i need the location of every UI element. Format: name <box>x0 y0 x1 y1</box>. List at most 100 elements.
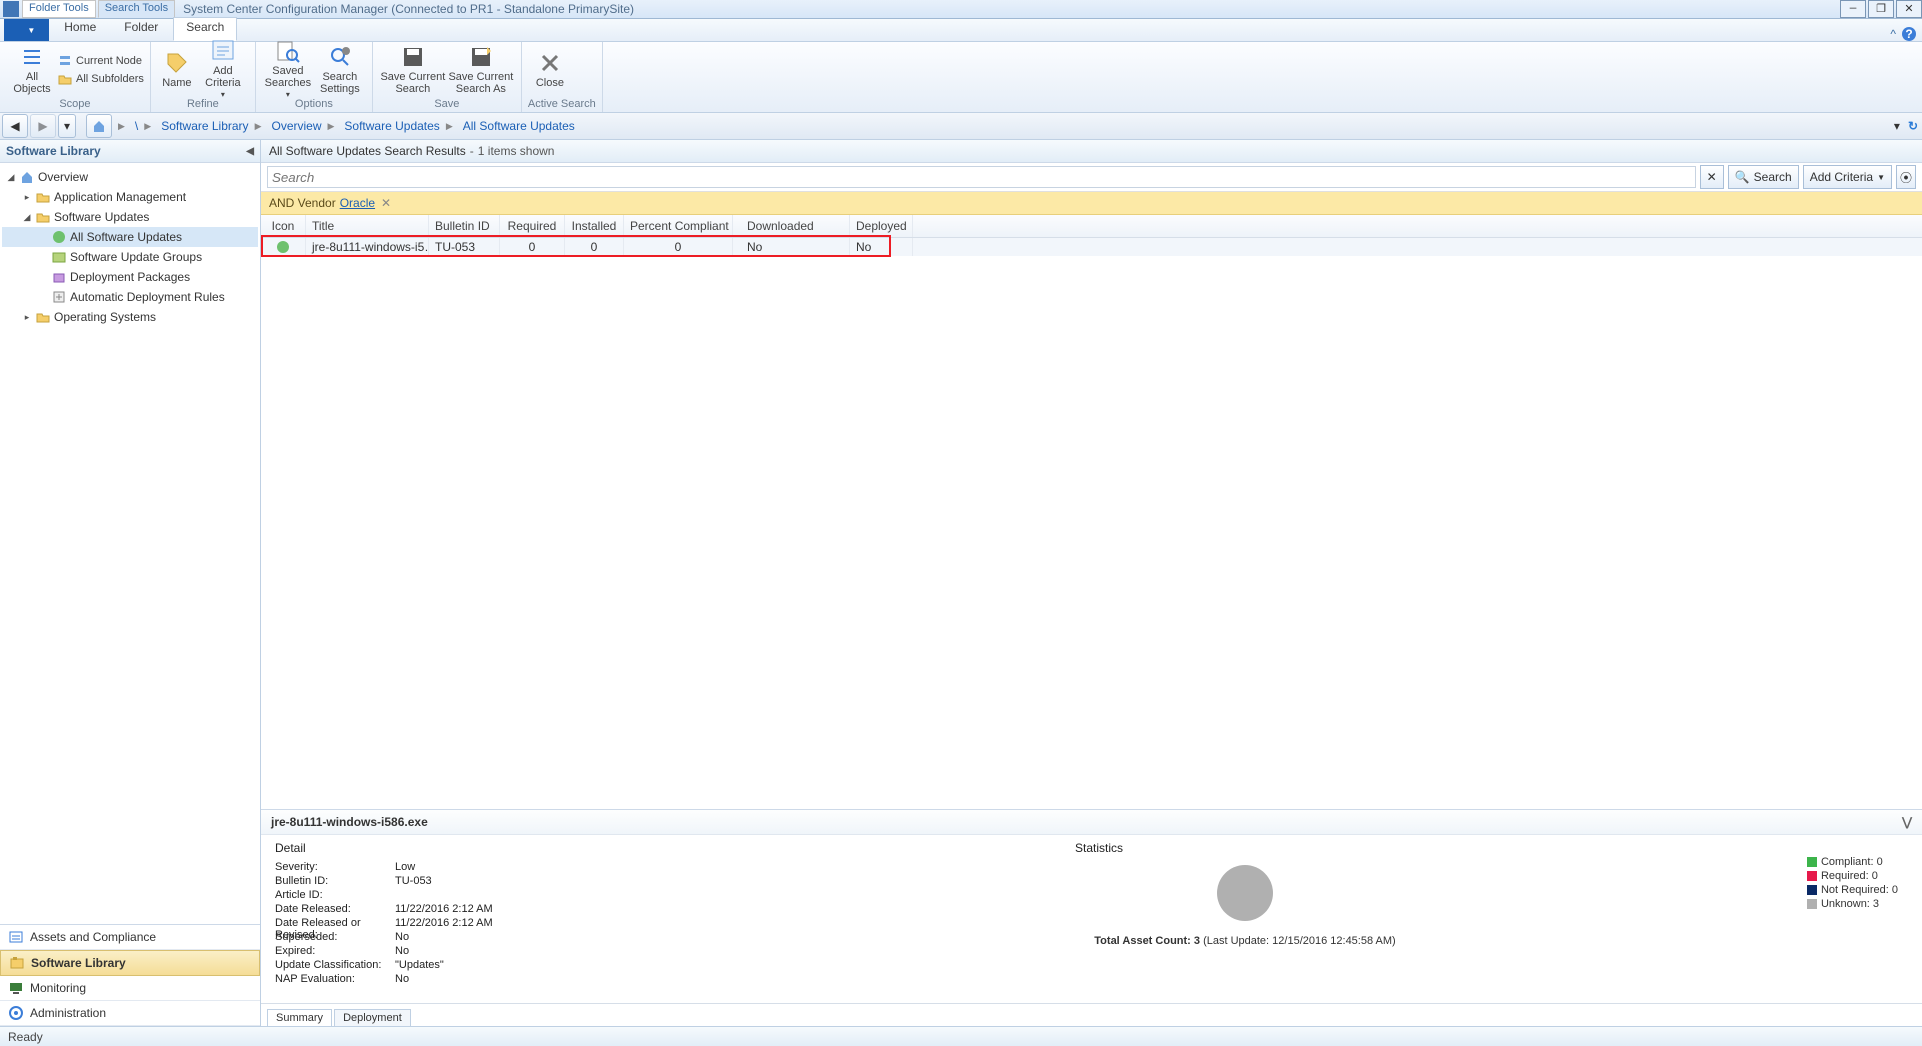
home-icon <box>20 170 34 184</box>
update-icon <box>276 240 290 254</box>
breadcrumb-all-software-updates[interactable]: All Software Updates <box>463 119 575 133</box>
col-installed[interactable]: Installed <box>565 215 624 237</box>
auto-icon <box>52 290 66 304</box>
tree-toggle-icon[interactable]: ◢ <box>22 212 32 223</box>
address-dropdown-icon[interactable]: ▾ <box>1894 119 1900 133</box>
ribbon-tab-home[interactable]: Home <box>51 17 109 41</box>
add-criteria-icon <box>211 39 235 63</box>
col-title[interactable]: Title <box>306 215 429 237</box>
detail-field: Date Released:11/22/2016 2:12 AM <box>275 903 875 917</box>
detail-field: NAP Evaluation:No <box>275 973 875 987</box>
breadcrumb-software-library[interactable]: Software Library <box>161 119 248 133</box>
minimize-button[interactable]: — <box>1840 0 1866 18</box>
grid-header: Icon Title Bulletin ID Required Installe… <box>261 215 1922 238</box>
address-bar: ◀ ▶ ▾ ▶ \ ▶ Software Library ▶ Overview … <box>0 113 1922 140</box>
context-tab-search-tools[interactable]: Search Tools <box>98 0 175 18</box>
clear-search-button[interactable]: ✕ <box>1700 165 1724 189</box>
main-panel: All Software Updates Search Results - 1 … <box>261 140 1922 1026</box>
name-button[interactable]: Name <box>157 43 197 97</box>
restore-button[interactable]: ❐ <box>1868 0 1894 18</box>
detail-field: Article ID: <box>275 889 875 903</box>
all-subfolders-button[interactable]: All Subfolders <box>58 70 144 88</box>
all-subfolders-icon <box>58 72 72 86</box>
col-bulletin[interactable]: Bulletin ID <box>429 215 500 237</box>
save-current-search-as-button[interactable]: Save Current Search As <box>447 43 515 97</box>
status-text: Ready <box>8 1030 43 1044</box>
workspace-software-library[interactable]: Software Library <box>0 950 260 976</box>
tree-toggle-icon[interactable]: ◢ <box>6 172 16 183</box>
expand-criteria-button[interactable]: ⦿ <box>1896 165 1916 189</box>
criteria-bar: AND Vendor Oracle ✕ <box>261 192 1922 215</box>
tree-node-operating-systems[interactable]: ▸Operating Systems <box>2 307 258 327</box>
chevron-down-icon: ▼ <box>27 26 35 35</box>
workspace-assets-and-compliance[interactable]: Assets and Compliance <box>0 925 260 950</box>
refresh-icon[interactable]: ↻ <box>1908 119 1918 133</box>
col-deployed[interactable]: Deployed <box>850 215 913 237</box>
add-criteria-dropdown[interactable]: Add Criteria▼ <box>1803 165 1892 189</box>
close-window-button[interactable]: ✕ <box>1896 0 1922 18</box>
saved-searches-button[interactable]: Saved Searches▾ <box>262 43 314 97</box>
breadcrumb-overview[interactable]: Overview <box>271 119 321 133</box>
col-icon[interactable]: Icon <box>261 215 306 237</box>
tree-node-application-management[interactable]: ▸Application Management <box>2 187 258 207</box>
legend-item: Required: 0 <box>1807 869 1898 883</box>
ribbon-group-save: Save Current Search Save Current Search … <box>373 42 522 112</box>
legend-item: Compliant: 0 <box>1807 855 1898 869</box>
forward-button[interactable]: ▶ <box>30 114 56 138</box>
tree-node-automatic-deployment-rules[interactable]: Automatic Deployment Rules <box>2 287 258 307</box>
table-row[interactable]: jre-8u111-windows-i5… TU-053 0 0 0 No No <box>261 238 1922 256</box>
search-settings-button[interactable]: Search Settings <box>314 43 366 97</box>
all-objects-button[interactable]: All Objects <box>6 43 58 97</box>
close-search-button[interactable]: Close <box>528 43 572 97</box>
save-icon <box>401 45 425 69</box>
tree-toggle-icon[interactable]: ▸ <box>22 312 32 323</box>
ribbon-tab-search[interactable]: Search <box>173 17 237 41</box>
details-tabs: Summary Deployment <box>261 1003 1922 1026</box>
ribbon-collapse-icon[interactable]: ^ <box>1890 27 1896 41</box>
tree-node-all-software-updates[interactable]: All Software Updates <box>2 227 258 247</box>
col-percent[interactable]: Percent Compliant <box>624 215 733 237</box>
tree-node-software-update-groups[interactable]: Software Update Groups <box>2 247 258 267</box>
workspace-monitoring[interactable]: Monitoring <box>0 976 260 1001</box>
home-nav-button[interactable] <box>86 114 112 138</box>
col-required[interactable]: Required <box>500 215 565 237</box>
breadcrumb-root[interactable]: \ <box>135 119 138 133</box>
save-current-search-button[interactable]: Save Current Search <box>379 43 447 97</box>
back-button[interactable]: ◀ <box>2 114 28 138</box>
update-icon <box>52 230 66 244</box>
search-settings-icon <box>328 45 352 69</box>
help-icon[interactable]: ? <box>1902 27 1916 41</box>
tree-node-software-updates[interactable]: ◢Software Updates <box>2 207 258 227</box>
details-tab-deployment[interactable]: Deployment <box>334 1009 411 1026</box>
workspace-administration[interactable]: Administration <box>0 1001 260 1026</box>
criteria-vendor-link[interactable]: Oracle <box>340 196 375 210</box>
search-input[interactable] <box>267 166 1696 188</box>
collapse-nav-icon[interactable]: ◀ <box>246 146 254 157</box>
ribbon-group-refine: Name Add Criteria▾ Refine <box>151 42 256 112</box>
tree-toggle-icon[interactable]: ▸ <box>22 192 32 203</box>
tree-node-deployment-packages[interactable]: Deployment Packages <box>2 267 258 287</box>
detail-field: Severity:Low <box>275 861 875 875</box>
ribbon-tab-folder[interactable]: Folder <box>111 17 171 41</box>
folder-icon <box>36 210 50 224</box>
add-criteria-button[interactable]: Add Criteria▾ <box>197 43 249 97</box>
recent-dropdown[interactable]: ▾ <box>58 114 76 138</box>
search-button[interactable]: 🔍Search <box>1728 165 1799 189</box>
ribbon-group-scope: All Objects Current Node All Subfolders … <box>0 42 151 112</box>
current-node-button[interactable]: Current Node <box>58 52 144 70</box>
tree-node-overview[interactable]: ◢Overview <box>2 167 258 187</box>
file-tab[interactable]: ▼ <box>4 19 49 41</box>
nav-panel-header: Software Library◀ <box>0 140 260 163</box>
breadcrumb-software-updates[interactable]: Software Updates <box>344 119 439 133</box>
search-icon: 🔍 <box>1735 170 1750 184</box>
col-downloaded[interactable]: Downloaded <box>733 215 850 237</box>
ribbon: All Objects Current Node All Subfolders … <box>0 42 1922 113</box>
save-as-icon <box>469 45 493 69</box>
context-tab-folder-tools[interactable]: Folder Tools <box>22 0 96 18</box>
swlib-icon <box>9 955 25 971</box>
details-collapse-icon[interactable]: ⋁ <box>1902 815 1912 829</box>
legend-item: Not Required: 0 <box>1807 883 1898 897</box>
admin-icon <box>8 1005 24 1021</box>
remove-criteria-icon[interactable]: ✕ <box>381 196 391 210</box>
details-tab-summary[interactable]: Summary <box>267 1009 332 1026</box>
